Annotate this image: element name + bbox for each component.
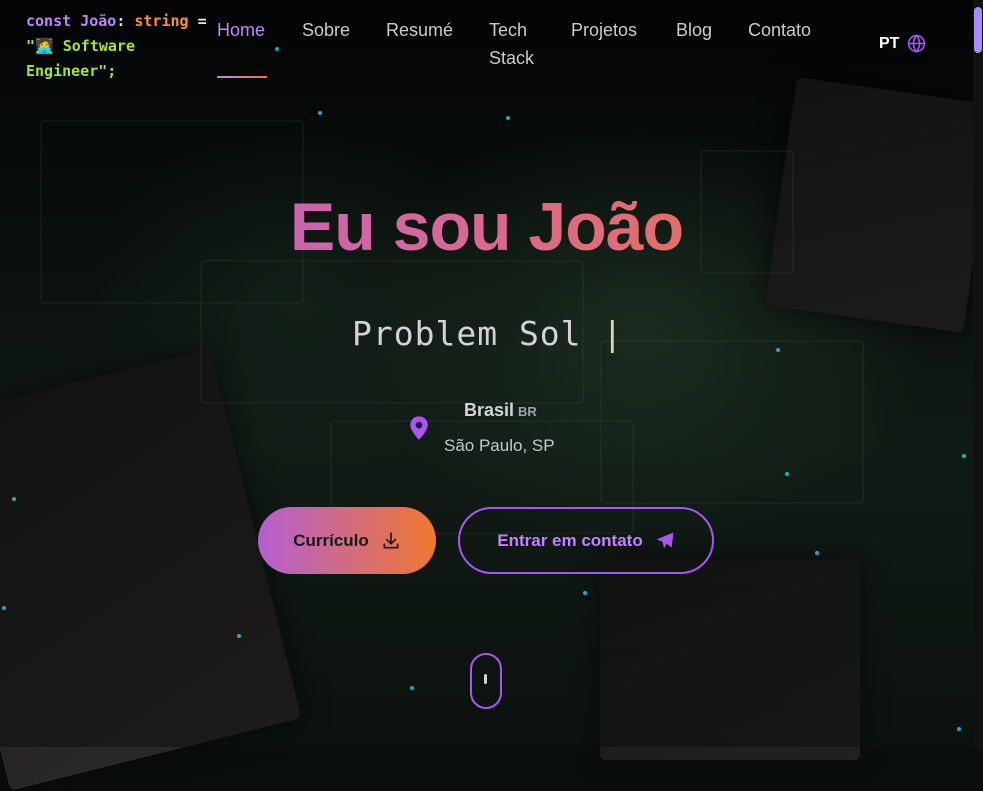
logo-equals: = bbox=[197, 12, 207, 30]
hero-title: Eu sou João bbox=[0, 188, 973, 266]
contact-button[interactable]: Entrar em contato bbox=[458, 507, 714, 574]
mouse-wheel bbox=[484, 674, 487, 684]
nav-item-resume[interactable]: Resumé bbox=[386, 16, 453, 44]
map-pin-icon bbox=[410, 416, 428, 440]
mouse-scroll-icon[interactable] bbox=[470, 653, 502, 709]
download-icon bbox=[383, 532, 399, 548]
location-country: Brasil BR bbox=[464, 400, 537, 421]
contact-button-label: Entrar em contato bbox=[497, 530, 643, 550]
logo-type: string bbox=[134, 12, 189, 30]
country-flag-code: BR bbox=[518, 404, 537, 419]
language-switcher[interactable]: PT bbox=[879, 34, 926, 53]
logo-quote: " bbox=[26, 37, 36, 55]
logo-keyword: const bbox=[26, 12, 72, 30]
nav-active-underline bbox=[217, 76, 267, 78]
paper-plane-icon bbox=[656, 532, 674, 548]
cv-button-label: Currículo bbox=[293, 530, 369, 550]
nav-item-tech-label: Tech bbox=[489, 20, 528, 40]
location-city: São Paulo, SP bbox=[444, 436, 555, 455]
nav-item-blog[interactable]: Blog bbox=[676, 16, 712, 44]
hero-typed-text: Problem Sol | bbox=[352, 314, 624, 353]
nav-item-contato[interactable]: Contato bbox=[748, 16, 811, 44]
nav-item-stack-label: Stack bbox=[489, 48, 535, 68]
download-cv-button[interactable]: Currículo bbox=[258, 507, 436, 574]
nav-item-tech-stack[interactable]: Tech Stack bbox=[489, 16, 534, 72]
logo-colon: : bbox=[116, 12, 126, 30]
country-label: Brasil bbox=[464, 400, 515, 420]
nav-item-projetos[interactable]: Projetos bbox=[571, 16, 637, 44]
language-label: PT bbox=[879, 34, 900, 52]
globe-icon bbox=[908, 34, 926, 53]
logo-name: João bbox=[80, 12, 117, 30]
technologist-emoji-icon: 🧑‍💻 bbox=[35, 37, 54, 55]
background-overlay bbox=[0, 0, 983, 747]
nav-item-sobre[interactable]: Sobre bbox=[302, 16, 350, 44]
code-logo[interactable]: const João: string = "🧑‍💻 Software Engin… bbox=[26, 9, 226, 84]
nav-item-home[interactable]: Home bbox=[217, 16, 265, 44]
scrollbar-thumb[interactable] bbox=[974, 7, 982, 53]
page-scrollbar[interactable] bbox=[973, 0, 983, 747]
